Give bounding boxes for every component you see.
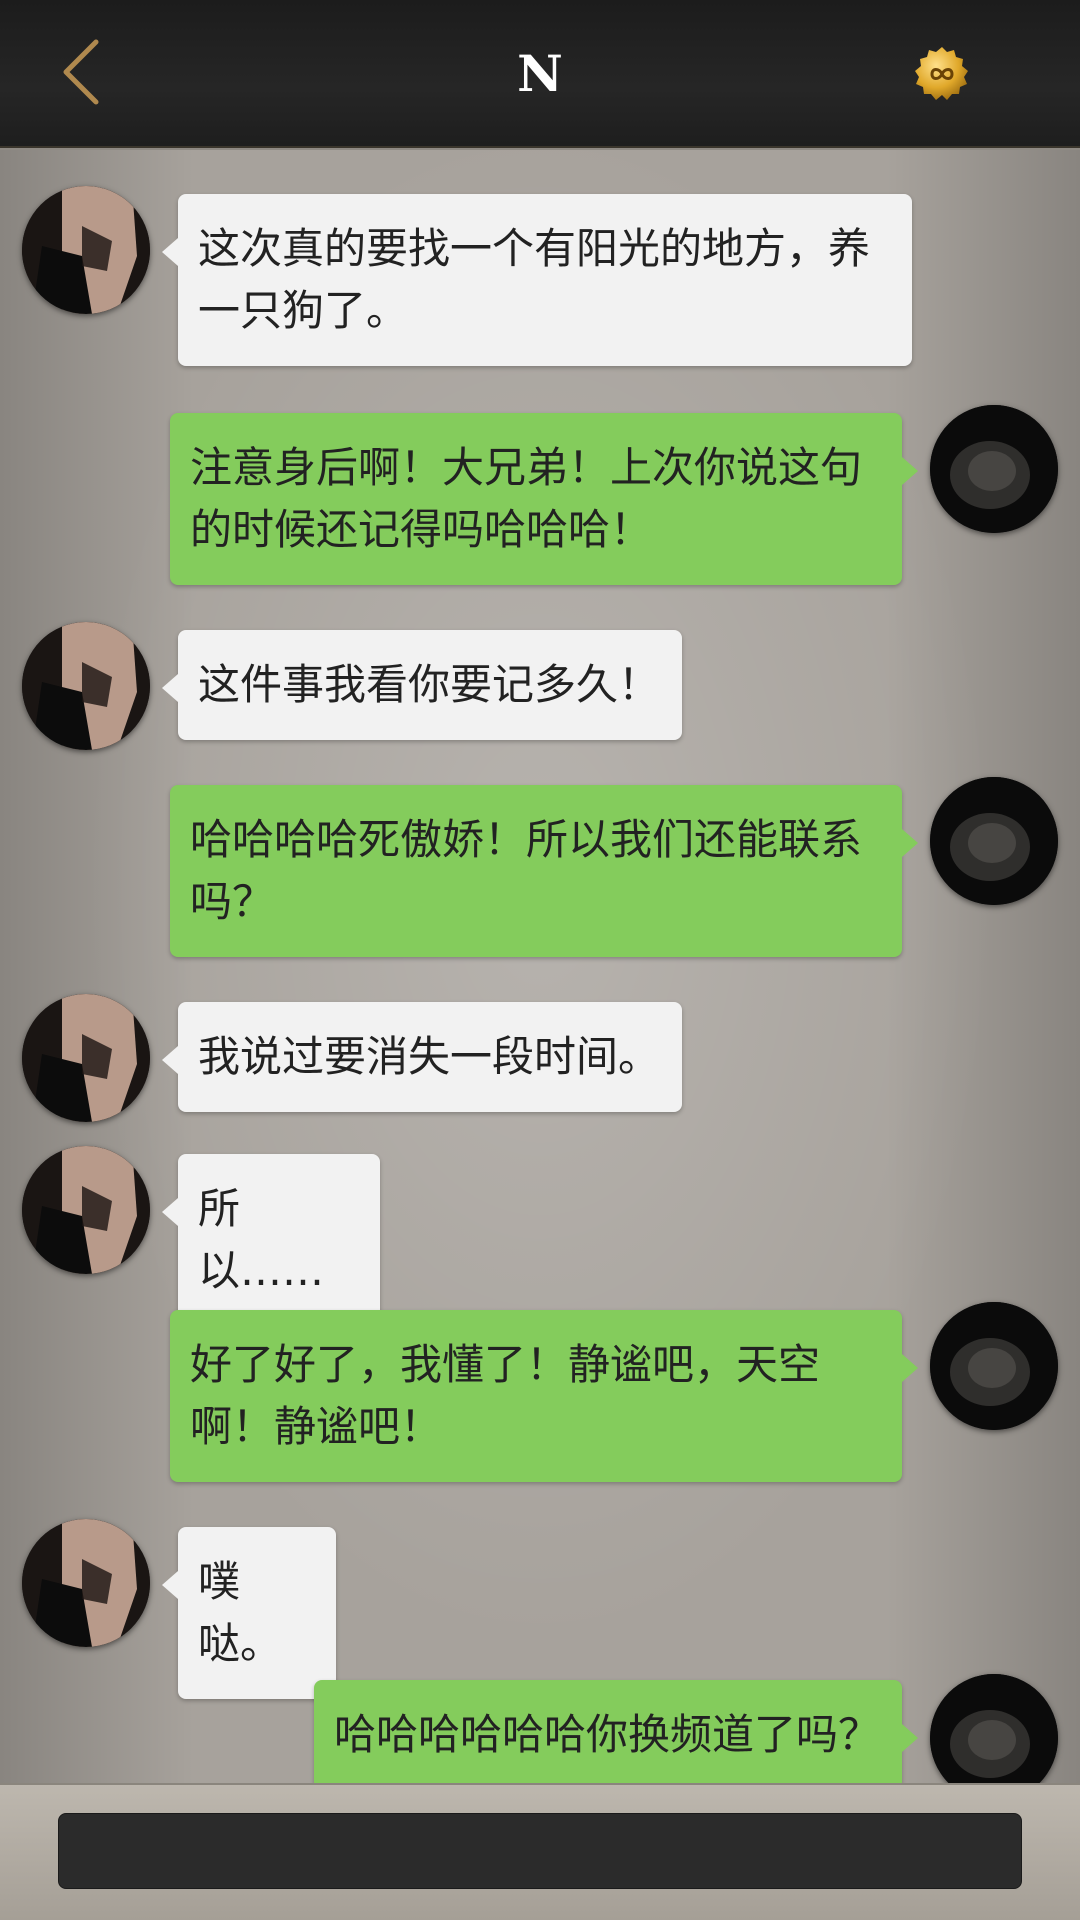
my-avatar-image [930, 1674, 1058, 1783]
contact-avatar-image [22, 186, 150, 314]
chevron-left-icon [63, 39, 99, 105]
message-list[interactable]: 这次真的要找一个有阳光的地方，养一只狗了。 注意身后啊！大兄弟！上次你说这句的时… [0, 150, 1080, 1783]
my-avatar[interactable] [930, 1674, 1058, 1783]
message-input[interactable] [58, 1813, 1022, 1889]
top-bar: N [0, 0, 1080, 148]
contact-avatar-image [22, 622, 150, 750]
message-text: 所以…… [198, 1184, 325, 1295]
contact-avatar-image [22, 1519, 150, 1647]
contact-avatar-image [22, 1146, 150, 1274]
contact-avatar[interactable] [22, 1146, 150, 1274]
incoming-message[interactable]: 所以…… [162, 1154, 380, 1326]
contact-avatar[interactable] [22, 622, 150, 750]
message-text: 这件事我看你要记多久！ [198, 660, 661, 709]
message-text: 这次真的要找一个有阳光的地方，养一只狗了。 [198, 224, 871, 335]
badge-button[interactable] [912, 44, 972, 104]
outgoing-message[interactable]: 哈哈哈哈死傲娇！所以我们还能联系吗？ [170, 785, 918, 957]
outgoing-message[interactable]: 注意身后啊！大兄弟！上次你说这句的时候还记得吗哈哈哈！ [170, 413, 918, 585]
message-text: 好了好了，我懂了！静谧吧，天空啊！静谧吧！ [190, 1340, 821, 1451]
message-text: 我说过要消失一段时间。 [198, 1032, 661, 1081]
infinity-badge-icon [915, 47, 968, 100]
my-avatar-image [930, 405, 1058, 533]
message-text: 注意身后啊！大兄弟！上次你说这句的时候还记得吗哈哈哈！ [190, 443, 863, 554]
incoming-message[interactable]: 我说过要消失一段时间。 [162, 1002, 682, 1112]
my-avatar[interactable] [930, 405, 1058, 533]
my-avatar-image [930, 777, 1058, 905]
message-text: 噗哒。 [198, 1557, 283, 1668]
incoming-message[interactable]: 噗哒。 [162, 1527, 336, 1699]
my-avatar[interactable] [930, 1302, 1058, 1430]
my-avatar[interactable] [930, 777, 1058, 905]
contact-avatar[interactable] [22, 994, 150, 1122]
outgoing-message[interactable]: 哈哈哈哈哈哈你换频道了吗？ [314, 1680, 918, 1783]
contact-avatar-image [22, 994, 150, 1122]
incoming-message[interactable]: 这件事我看你要记多久！ [162, 630, 682, 740]
contact-avatar[interactable] [22, 1519, 150, 1647]
contact-avatar[interactable] [22, 186, 150, 314]
back-button[interactable] [56, 36, 116, 108]
message-text: 哈哈哈哈哈哈你换频道了吗？ [334, 1710, 881, 1759]
message-text: 哈哈哈哈死傲娇！所以我们还能联系吗？ [190, 815, 863, 926]
composer-bar [0, 1783, 1080, 1920]
incoming-message[interactable]: 这次真的要找一个有阳光的地方，养一只狗了。 [162, 194, 912, 366]
outgoing-message[interactable]: 好了好了，我懂了！静谧吧，天空啊！静谧吧！ [170, 1310, 918, 1482]
my-avatar-image [930, 1302, 1058, 1430]
